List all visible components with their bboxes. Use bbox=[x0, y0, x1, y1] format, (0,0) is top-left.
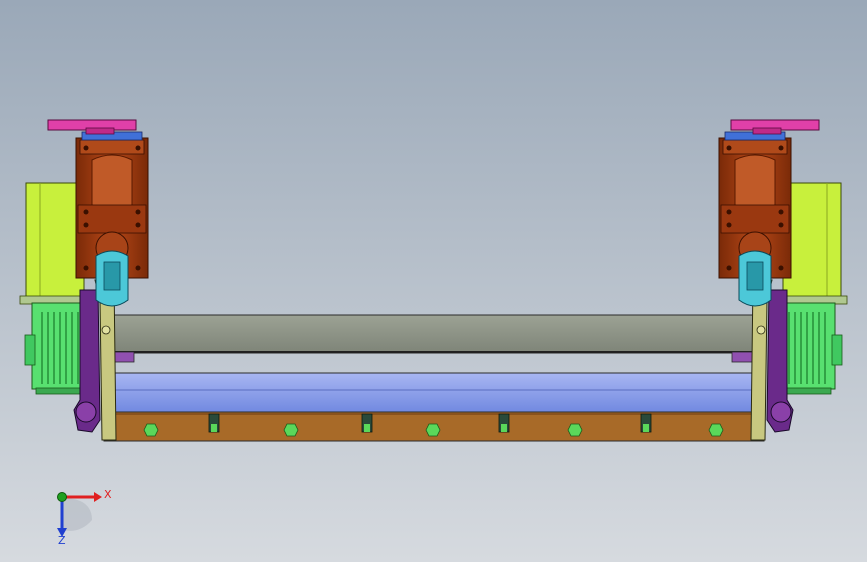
rust-housing-top-left bbox=[79, 139, 145, 155]
olive-arm-pivot-left bbox=[101, 325, 111, 335]
magenta-handle-stem-right bbox=[752, 127, 782, 135]
olive-arm-pivot-right bbox=[756, 325, 766, 335]
triad-label-z: Z bbox=[58, 534, 66, 547]
side-plate-hub-right bbox=[770, 401, 792, 423]
base-standoff-nut bbox=[364, 424, 370, 432]
cyan-clevis-slot-left bbox=[103, 261, 121, 291]
gray-upper-bar[interactable] bbox=[107, 314, 759, 354]
assembly-drawing[interactable]: X Z Y bbox=[0, 0, 867, 562]
gearbox-flange-right bbox=[780, 387, 832, 395]
beam-assembly[interactable] bbox=[103, 314, 765, 442]
blue-middle-bar[interactable] bbox=[114, 372, 754, 414]
triad-label-x: X bbox=[104, 488, 112, 501]
rust-housing-bore-right bbox=[734, 154, 776, 211]
gearbox-cap-left bbox=[24, 334, 36, 366]
magenta-handle-stem-left bbox=[85, 127, 115, 135]
base-standoff-nut bbox=[501, 424, 507, 432]
gearbox-flange-left bbox=[35, 387, 87, 395]
cad-viewport[interactable]: X Z Y bbox=[0, 0, 867, 562]
rust-housing-bore-left bbox=[91, 154, 133, 211]
cyan-clevis-slot-right bbox=[746, 261, 764, 291]
base-bolt bbox=[708, 423, 724, 437]
gearbox-fins-right bbox=[788, 312, 826, 384]
side-plate-hub-left bbox=[75, 401, 97, 423]
base-bolt bbox=[143, 423, 159, 437]
viewport-background bbox=[0, 0, 867, 562]
lime-bracket-left[interactable] bbox=[25, 182, 85, 302]
lime-bracket-right[interactable] bbox=[782, 182, 842, 302]
base-bolt bbox=[425, 423, 441, 437]
purple-tab-right bbox=[731, 351, 755, 363]
base-standoff-nut bbox=[211, 424, 217, 432]
rust-housing-mid-flange-right bbox=[720, 204, 790, 234]
triad-y-axis-dot bbox=[57, 492, 67, 502]
base-bolt bbox=[567, 423, 583, 437]
base-bolt bbox=[283, 423, 299, 437]
base-standoff-nut bbox=[643, 424, 649, 432]
rust-housing-top-right bbox=[722, 139, 788, 155]
gearbox-fins-left bbox=[41, 312, 79, 384]
rust-housing-mid-flange-left bbox=[77, 204, 147, 234]
gearbox-cap-right bbox=[831, 334, 843, 366]
